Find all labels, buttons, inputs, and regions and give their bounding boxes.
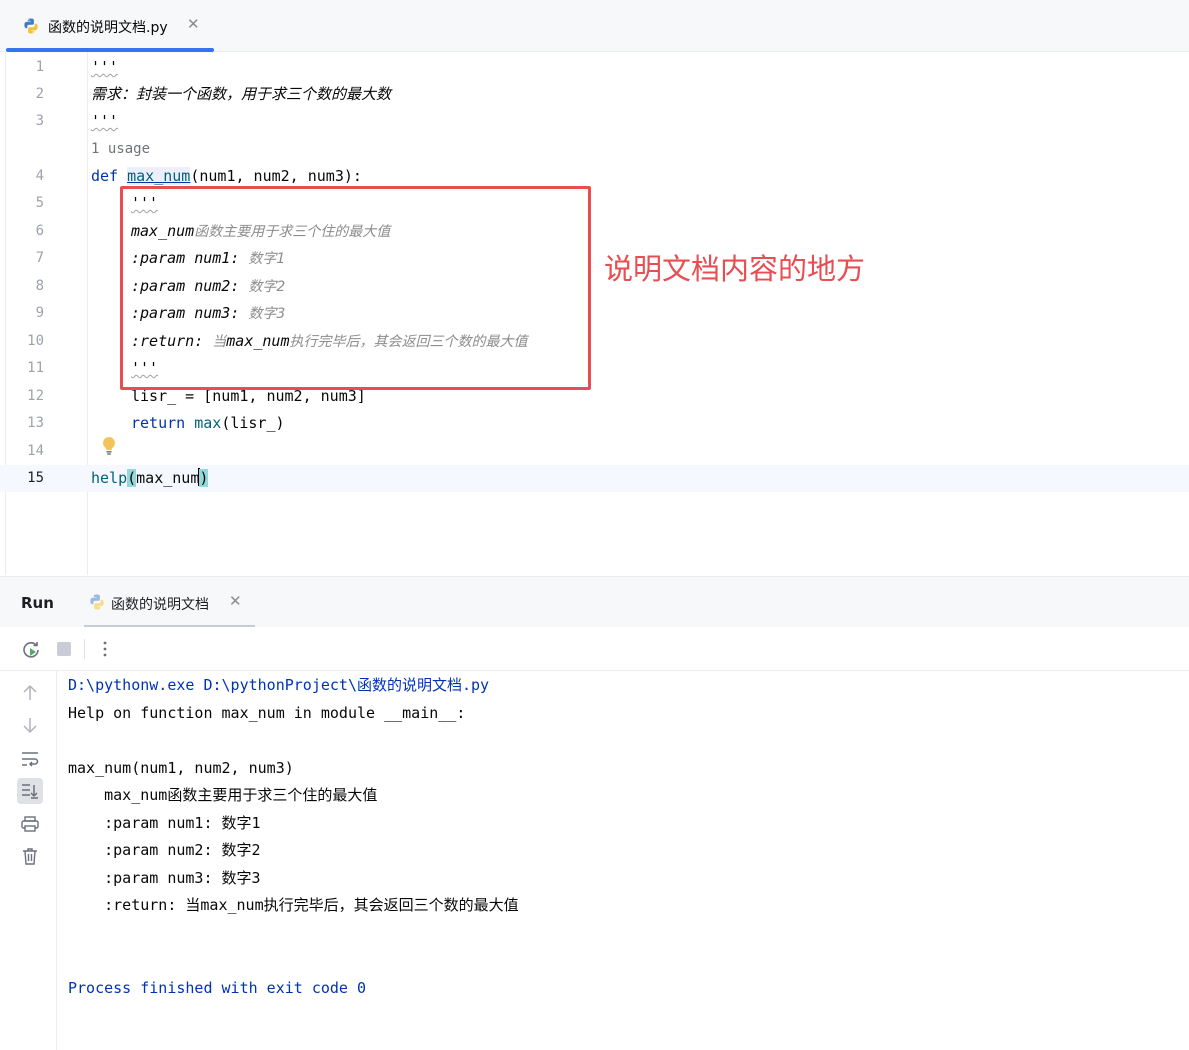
line-number: 10 (27, 333, 44, 349)
lightbulb-icon[interactable] (101, 436, 117, 460)
call-args: (lisr_) (221, 414, 285, 432)
run-panel-header: Run 函数的说明文档 ✕ (0, 576, 1189, 628)
scroll-to-end-button[interactable] (17, 778, 43, 804)
keyword-def: def (91, 167, 119, 185)
console-line: :param num1: 数字1 (68, 814, 261, 832)
console-line: :param num2: 数字2 (68, 841, 261, 859)
run-tab-label: 函数的说明文档 (111, 597, 209, 613)
line-number: 4 (35, 168, 44, 184)
soft-wrap-button[interactable] (17, 746, 43, 772)
trash-icon (23, 848, 37, 865)
code-text: 需求：封装一个函数，用于求三个数的最大数 (91, 85, 392, 103)
soft-wrap-icon (22, 752, 39, 767)
brace-open: ( (127, 469, 137, 487)
run-config-tab[interactable]: 函数的说明文档 ✕ (84, 577, 255, 628)
stop-button[interactable] (52, 637, 76, 661)
keyword-return: return (131, 414, 186, 432)
usage-hint[interactable]: 1 usage (91, 136, 150, 163)
line-number: 1 (35, 59, 44, 75)
console-line: max_num函数主要用于求三个住的最大值 (68, 786, 378, 804)
builtin-help: help (91, 469, 128, 487)
line-number: 11 (27, 360, 44, 376)
line-number: 6 (35, 223, 44, 239)
builtin-max: max (194, 414, 222, 432)
editor-tab-bar: 函数的说明文档.py ✕ (0, 0, 1189, 52)
code-text: help(max_num) (91, 465, 209, 492)
editor-tab-label: 函数的说明文档.py (48, 20, 168, 36)
editor-tab-file[interactable]: 函数的说明文档.py ✕ (6, 0, 214, 52)
more-vertical-icon (103, 641, 107, 657)
annotation-box (120, 186, 591, 390)
close-icon[interactable]: ✕ (187, 15, 200, 33)
print-button[interactable] (17, 811, 43, 837)
function-params: (num1, num2, num3): (190, 167, 362, 185)
line-number: 7 (35, 250, 44, 266)
scroll-up-button[interactable] (17, 680, 43, 706)
run-panel-title: Run (21, 594, 54, 612)
line-number: 5 (35, 195, 44, 211)
brace-close: ) (199, 469, 209, 487)
scroll-down-button[interactable] (17, 712, 43, 738)
line-number: 14 (27, 443, 44, 459)
python-file-icon (88, 593, 106, 615)
more-options-button[interactable] (93, 637, 117, 661)
clear-console-button[interactable] (17, 843, 43, 869)
line-number: 2 (35, 86, 44, 102)
code-text: ''' (91, 112, 119, 130)
stop-icon (57, 642, 71, 656)
line-number: 15 (27, 470, 44, 486)
code-text: return max(lisr_) (131, 410, 285, 437)
console-line: :param num3: 数字3 (68, 869, 261, 887)
line-number: 13 (27, 415, 44, 431)
code-line: 2 需求：封装一个函数，用于求三个数的最大数 (0, 81, 1189, 108)
function-name: max_num (127, 167, 191, 185)
code-text: ''' (91, 58, 119, 76)
code-line: 13 return max(lisr_) (0, 410, 1189, 437)
console-line: Process finished with exit code 0 (68, 979, 367, 997)
console-line: Help on function max_num in module __mai… (68, 704, 466, 722)
console-side-toolbar (0, 671, 57, 1050)
line-number: 9 (35, 305, 44, 321)
run-toolbar (0, 627, 1189, 671)
code-line: 14 (0, 438, 1189, 465)
code-line: 1 ''' (0, 54, 1189, 81)
rerun-button[interactable] (19, 637, 43, 661)
close-icon[interactable]: ✕ (229, 592, 242, 610)
python-file-icon (22, 17, 40, 39)
toolbar-separator (84, 639, 85, 659)
console-line: :return: 当max_num执行完毕后，其会返回三个数的最大值 (68, 896, 519, 914)
console-line: D:\pythonw.exe D:\pythonProject\函数的说明文档.… (68, 676, 490, 694)
scroll-to-end-icon (22, 784, 38, 799)
code-line: 3 ''' (0, 108, 1189, 135)
rerun-icon (23, 642, 39, 658)
line-number: 8 (35, 278, 44, 294)
call-arg: max_num (136, 469, 200, 487)
code-line-current: 15 help(max_num) (0, 465, 1189, 492)
code-editor[interactable]: 1 ''' 2 需求：封装一个函数，用于求三个数的最大数 3 ''' 1 usa… (0, 52, 1189, 575)
annotation-label: 说明文档内容的地方 (604, 252, 866, 286)
print-icon (21, 816, 39, 832)
arrow-up-icon (23, 684, 37, 700)
line-number: 3 (35, 113, 44, 129)
line-number: 12 (27, 388, 44, 404)
arrow-down-icon (23, 718, 37, 734)
console-line: max_num(num1, num2, num3) (68, 759, 294, 777)
